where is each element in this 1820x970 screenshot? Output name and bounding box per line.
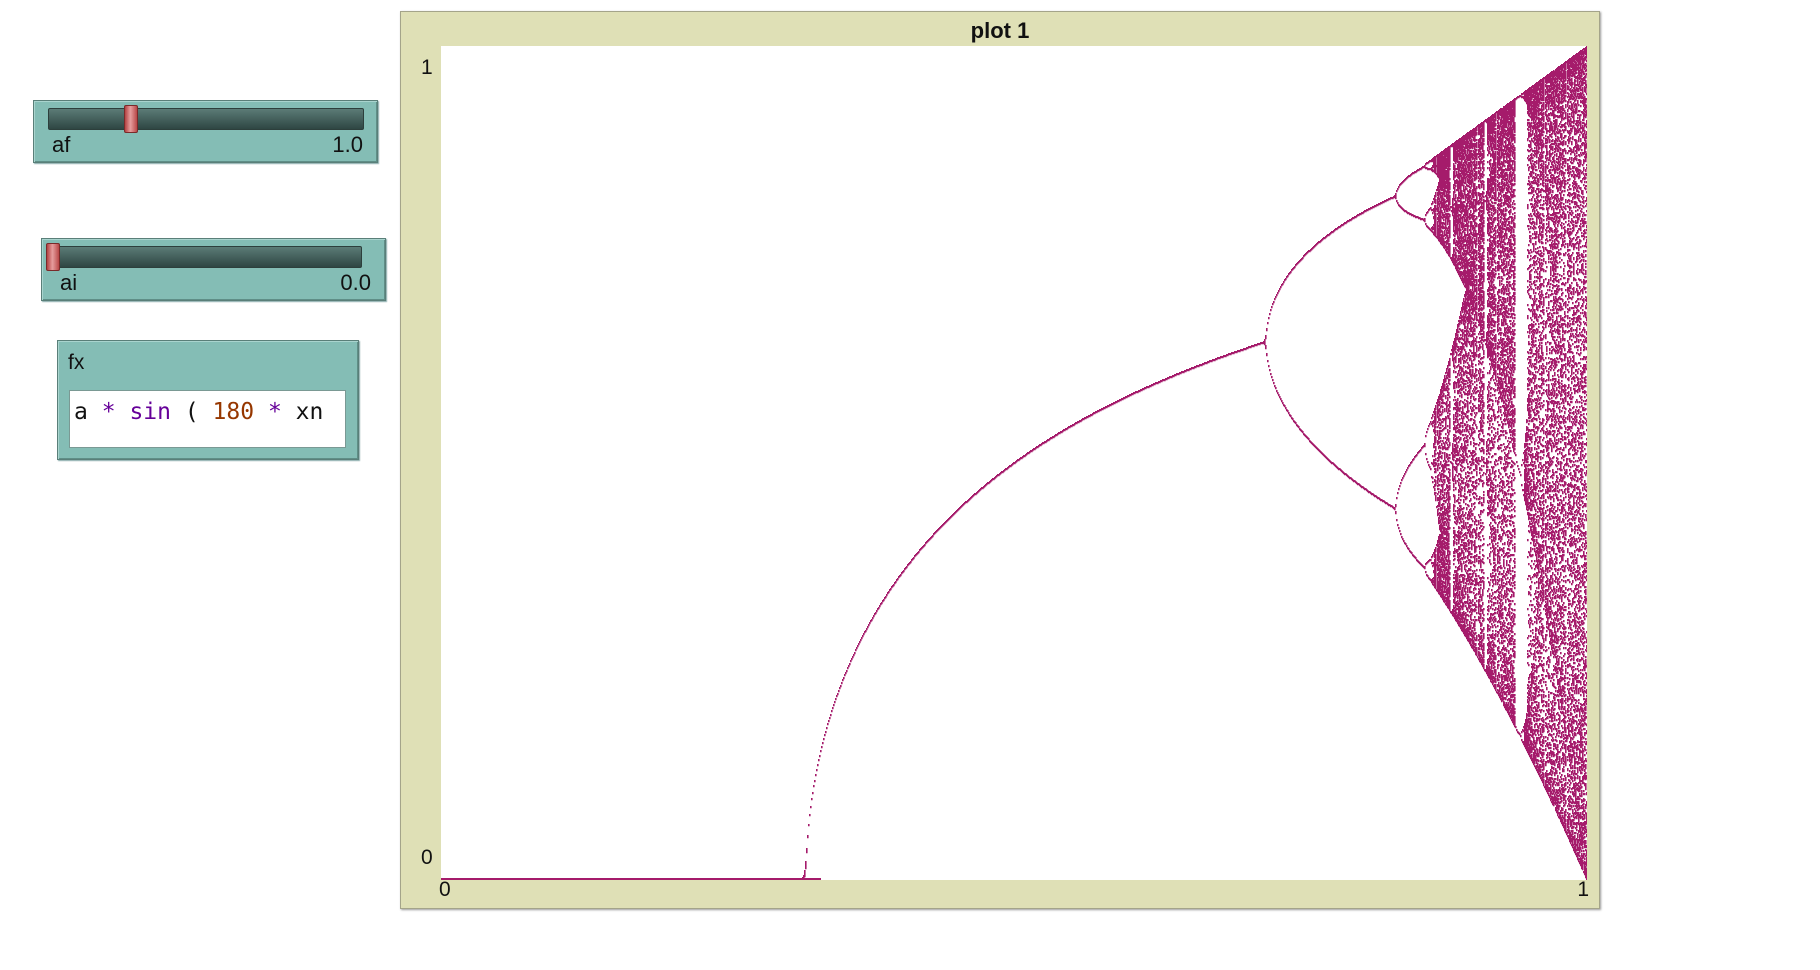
code-token: ( <box>170 399 213 425</box>
code-token: sin <box>129 399 171 425</box>
code-token: a <box>74 399 88 425</box>
slider-track[interactable] <box>48 108 364 130</box>
input-box-fx: fx a * sin ( 180 * xn <box>57 340 359 460</box>
x-min-label: 0 <box>439 878 451 901</box>
code-token: xn <box>281 399 324 425</box>
y-max-label: 1 <box>421 56 433 79</box>
code-token: * <box>267 399 282 425</box>
slider-af[interactable]: af 1.0 <box>33 100 378 163</box>
slider-track[interactable] <box>46 246 362 268</box>
code-token: 180 <box>212 399 255 425</box>
plot-widget: plot 1 1 0 0 1 <box>400 11 1600 909</box>
code-input-field[interactable]: a * sin ( 180 * xn <box>69 390 346 448</box>
code-token: * <box>101 399 116 425</box>
x-max-label: 1 <box>1577 878 1589 901</box>
slider-ai[interactable]: ai 0.0 <box>41 238 386 301</box>
plot-canvas <box>441 46 1587 880</box>
plot-title: plot 1 <box>970 18 1030 43</box>
slider-name: ai <box>60 270 78 295</box>
slider-value: 0.0 <box>340 270 371 295</box>
slider-value: 1.0 <box>332 132 363 157</box>
slider-thumb[interactable] <box>46 243 60 271</box>
input-name: fx <box>68 351 85 374</box>
slider-thumb[interactable] <box>123 105 138 133</box>
slider-name: af <box>52 132 71 157</box>
y-min-label: 0 <box>421 846 433 869</box>
